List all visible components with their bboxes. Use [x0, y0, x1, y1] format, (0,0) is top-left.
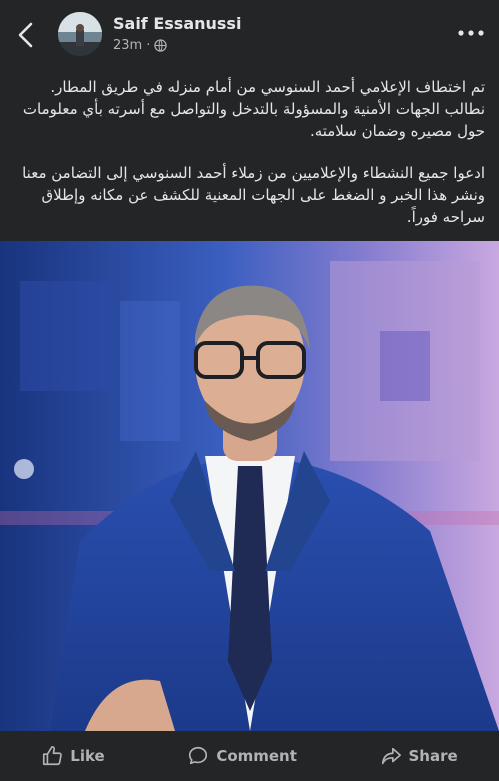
avatar[interactable] [58, 12, 102, 56]
more-icon[interactable] [457, 26, 485, 40]
like-label: Like [70, 747, 105, 765]
share-label: Share [408, 747, 458, 765]
post-paragraph-1: تم اختطاف الإعلامي أحمد السنوسي من أمام … [22, 78, 485, 140]
post-header: Saif Essanussi 23m · [0, 0, 499, 68]
post-photo[interactable] [0, 241, 499, 731]
comment-label: Comment [216, 747, 297, 765]
meta-separator: · [146, 38, 151, 53]
post-time[interactable]: 23m [113, 38, 142, 53]
comment-icon [189, 746, 208, 765]
share-button[interactable]: Share [380, 745, 458, 767]
post-text: تم اختطاف الإعلامي أحمد السنوسي من أمام … [14, 76, 485, 248]
author-name[interactable]: Saif Essanussi [113, 14, 241, 33]
like-button[interactable]: Like [41, 745, 105, 767]
share-icon [381, 747, 401, 765]
post-meta: 23m · [113, 38, 168, 53]
post-paragraph-2: ادعوا جميع النشطاء والإعلاميين من زملاء … [22, 164, 485, 226]
back-icon[interactable] [14, 20, 38, 50]
like-icon [43, 746, 63, 766]
globe-icon [154, 39, 168, 52]
post-actions-bar: Like Comment Share [0, 731, 499, 781]
comment-button[interactable]: Comment [187, 745, 297, 767]
